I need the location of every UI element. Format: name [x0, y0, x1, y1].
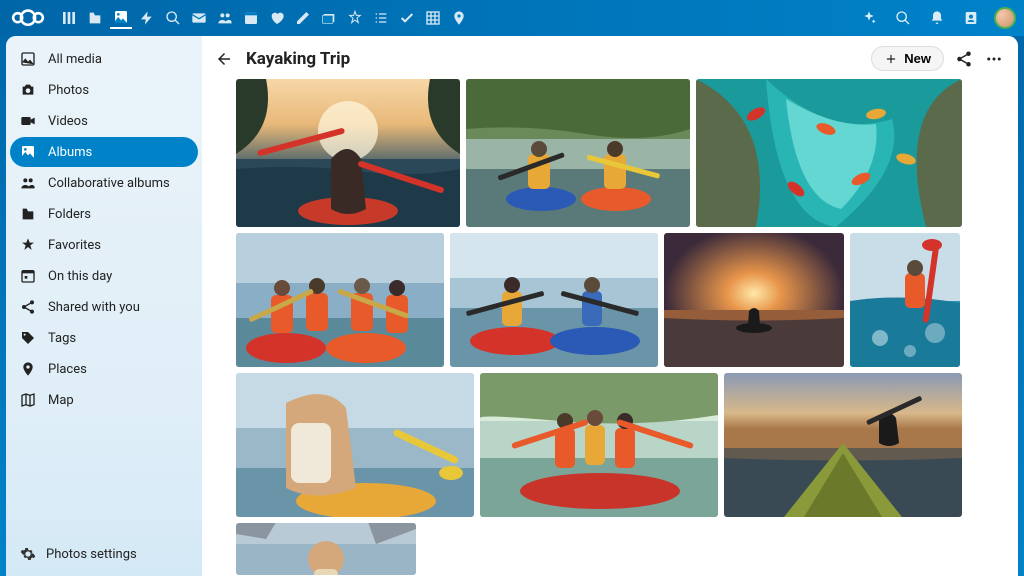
topbar-right [858, 7, 1016, 29]
sidebar-item-tags[interactable]: Tags [10, 323, 198, 353]
files-app-icon[interactable] [84, 7, 106, 29]
main-header: Kayaking Trip New [202, 36, 1018, 79]
photo-tile[interactable] [850, 233, 960, 367]
sidebar-item-folders[interactable]: Folders [10, 199, 198, 229]
sidebar-item-on-this-day[interactable]: On this day [10, 261, 198, 291]
sidebar-item-label: Tags [48, 331, 76, 346]
sidebar-item-photos[interactable]: Photos [10, 75, 198, 105]
photo-tile[interactable] [450, 233, 658, 367]
sidebar-item-label: Map [48, 393, 74, 408]
sidebar-item-label: Shared with you [48, 300, 140, 315]
tasks-app-icon[interactable] [370, 7, 392, 29]
settings-label: Photos settings [46, 547, 137, 562]
photo-tile[interactable] [724, 373, 962, 517]
header-actions: New [871, 46, 1004, 71]
contacts-menu-icon[interactable] [960, 7, 982, 29]
sidebar-item-label: Videos [48, 114, 88, 129]
sidebar-item-map[interactable]: Map [10, 385, 198, 415]
back-button[interactable] [212, 47, 236, 71]
bookmarks-app-icon[interactable] [344, 7, 366, 29]
app-shell: All media Photos Videos Albums Collabora… [6, 36, 1018, 576]
sidebar-item-label: All media [48, 52, 102, 67]
sidebar: All media Photos Videos Albums Collabora… [6, 36, 202, 576]
check-app-icon[interactable] [396, 7, 418, 29]
maps-app-icon[interactable] [448, 7, 470, 29]
mail-app-icon[interactable] [188, 7, 210, 29]
sidebar-item-label: Favorites [48, 238, 101, 253]
sidebar-item-label: Albums [48, 145, 92, 160]
sidebar-item-label: Places [48, 362, 87, 377]
sidebar-item-label: On this day [48, 269, 112, 284]
sidebar-item-videos[interactable]: Videos [10, 106, 198, 136]
sidebar-item-places[interactable]: Places [10, 354, 198, 384]
sidebar-item-label: Folders [48, 207, 91, 222]
main-content: Kayaking Trip New [202, 36, 1018, 576]
sidebar-item-favorites[interactable]: Favorites [10, 230, 198, 260]
sidebar-item-all-media[interactable]: All media [10, 44, 198, 74]
sidebar-item-albums[interactable]: Albums [10, 137, 198, 167]
sidebar-item-shared[interactable]: Shared with you [10, 292, 198, 322]
user-avatar[interactable] [994, 7, 1016, 29]
photo-tile[interactable] [696, 79, 962, 227]
topbar [0, 0, 1024, 36]
tables-app-icon[interactable] [422, 7, 444, 29]
photo-tile[interactable] [236, 373, 474, 517]
share-icon[interactable] [954, 49, 974, 69]
notes-app-icon[interactable] [292, 7, 314, 29]
calendar-app-icon[interactable] [240, 7, 262, 29]
new-button[interactable]: New [871, 46, 944, 71]
more-icon[interactable] [984, 49, 1004, 69]
nextcloud-logo[interactable] [8, 8, 48, 28]
page-title: Kayaking Trip [246, 49, 861, 69]
sidebar-item-label: Collaborative albums [48, 176, 170, 191]
photos-settings-button[interactable]: Photos settings [10, 536, 198, 572]
photo-tile[interactable] [236, 233, 444, 367]
unified-search-icon[interactable] [892, 7, 914, 29]
photo-tile[interactable] [664, 233, 844, 367]
photo-tile[interactable] [236, 79, 460, 227]
contacts-app-icon[interactable] [214, 7, 236, 29]
dashboard-app-icon[interactable] [58, 7, 80, 29]
deck-app-icon[interactable] [318, 7, 340, 29]
topbar-left [8, 7, 858, 29]
search-app-icon[interactable] [162, 7, 184, 29]
health-app-icon[interactable] [266, 7, 288, 29]
sidebar-nav: All media Photos Videos Albums Collabora… [10, 40, 198, 536]
sidebar-item-label: Photos [48, 83, 89, 98]
photo-tile[interactable] [480, 373, 718, 517]
photo-gallery [202, 79, 1018, 576]
activity-app-icon[interactable] [136, 7, 158, 29]
assistant-icon[interactable] [858, 7, 880, 29]
new-button-label: New [904, 51, 931, 66]
photo-tile[interactable] [466, 79, 690, 227]
sidebar-item-collab-albums[interactable]: Collaborative albums [10, 168, 198, 198]
photos-app-icon[interactable] [110, 7, 132, 29]
photo-tile[interactable] [236, 523, 416, 575]
notifications-icon[interactable] [926, 7, 948, 29]
